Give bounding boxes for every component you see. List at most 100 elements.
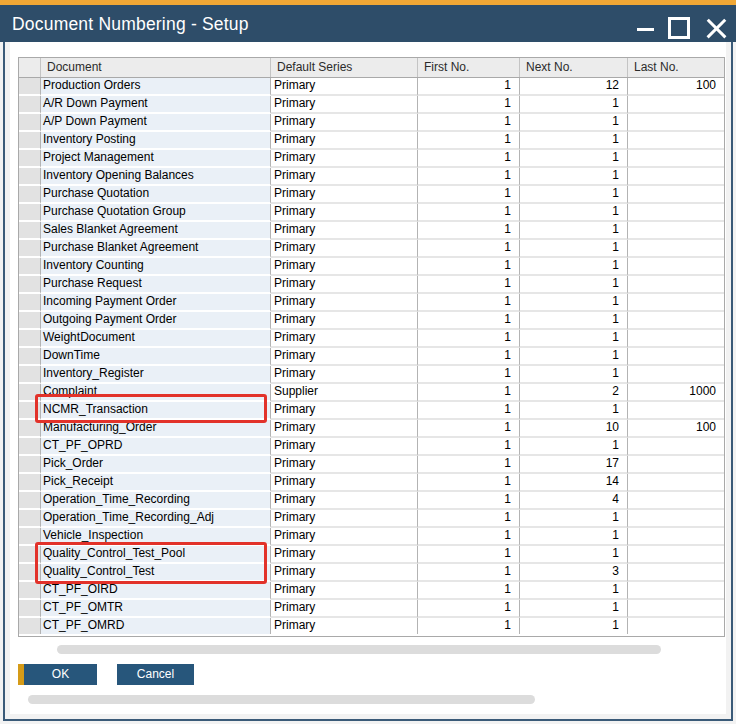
row-selector[interactable]	[19, 618, 41, 634]
cell-last-no[interactable]	[628, 600, 724, 618]
cell-default-series[interactable]: Primary	[271, 258, 418, 276]
cell-next-no[interactable]: 1	[520, 150, 628, 168]
cell-next-no[interactable]: 1	[520, 204, 628, 222]
cell-document[interactable]: Purchase Request	[41, 276, 271, 294]
cell-last-no[interactable]	[628, 348, 724, 366]
close-button[interactable]	[700, 5, 730, 42]
cell-last-no[interactable]: 100	[628, 78, 724, 96]
cell-last-no[interactable]	[628, 168, 724, 186]
cell-last-no[interactable]	[628, 132, 724, 150]
cell-default-series[interactable]: Primary	[271, 294, 418, 312]
cell-next-no[interactable]: 1	[520, 348, 628, 366]
cell-last-no[interactable]: 100	[628, 420, 724, 438]
cell-default-series[interactable]: Primary	[271, 528, 418, 546]
row-selector[interactable]	[19, 474, 41, 492]
cell-last-no[interactable]	[628, 528, 724, 546]
cell-next-no[interactable]: 1	[520, 402, 628, 420]
cell-first-no[interactable]: 1	[418, 600, 520, 618]
cell-first-no[interactable]: 1	[418, 618, 520, 634]
row-selector[interactable]	[19, 258, 41, 276]
cell-document[interactable]: Project Management	[41, 150, 271, 168]
row-selector[interactable]	[19, 276, 41, 294]
row-selector[interactable]	[19, 330, 41, 348]
cell-last-no[interactable]	[628, 474, 724, 492]
cell-default-series[interactable]: Primary	[271, 312, 418, 330]
cell-document[interactable]: Purchase Quotation Group	[41, 204, 271, 222]
cell-last-no[interactable]: 1000	[628, 384, 724, 402]
cell-first-no[interactable]: 1	[418, 582, 520, 600]
row-selector[interactable]	[19, 204, 41, 222]
cell-first-no[interactable]: 1	[418, 78, 520, 96]
cell-document[interactable]: CT_PF_OPRD	[41, 438, 271, 456]
cell-last-no[interactable]	[628, 582, 724, 600]
cell-next-no[interactable]: 1	[520, 168, 628, 186]
row-selector[interactable]	[19, 582, 41, 600]
row-selector[interactable]	[19, 348, 41, 366]
cell-default-series[interactable]: Primary	[271, 564, 418, 582]
cell-last-no[interactable]	[628, 510, 724, 528]
cell-last-no[interactable]	[628, 366, 724, 384]
cell-document[interactable]: DownTime	[41, 348, 271, 366]
cell-first-no[interactable]: 1	[418, 168, 520, 186]
row-selector[interactable]	[19, 384, 41, 402]
row-selector[interactable]	[19, 510, 41, 528]
cell-default-series[interactable]: Primary	[271, 78, 418, 96]
row-selector[interactable]	[19, 366, 41, 384]
cell-next-no[interactable]: 1	[520, 96, 628, 114]
cell-last-no[interactable]	[628, 546, 724, 564]
cell-next-no[interactable]: 1	[520, 312, 628, 330]
cell-default-series[interactable]: Primary	[271, 618, 418, 634]
cell-next-no[interactable]: 1	[520, 510, 628, 528]
cell-default-series[interactable]: Primary	[271, 186, 418, 204]
cell-last-no[interactable]	[628, 492, 724, 510]
cell-last-no[interactable]	[628, 618, 724, 634]
cell-first-no[interactable]: 1	[418, 312, 520, 330]
row-selector[interactable]	[19, 186, 41, 204]
cell-document[interactable]: Sales Blanket Agreement	[41, 222, 271, 240]
cell-first-no[interactable]: 1	[418, 492, 520, 510]
row-selector[interactable]	[19, 600, 41, 618]
cell-document[interactable]: Purchase Quotation	[41, 186, 271, 204]
cell-first-no[interactable]: 1	[418, 294, 520, 312]
cell-document[interactable]: Operation_Time_Recording_Adj	[41, 510, 271, 528]
row-selector[interactable]	[19, 168, 41, 186]
cell-document[interactable]: NCMR_Transaction	[41, 402, 271, 420]
cell-default-series[interactable]: Supplier	[271, 384, 418, 402]
cell-first-no[interactable]: 1	[418, 366, 520, 384]
cell-document[interactable]: Outgoing Payment Order	[41, 312, 271, 330]
cell-default-series[interactable]: Primary	[271, 420, 418, 438]
cell-document[interactable]: CT_PF_OMRD	[41, 618, 271, 634]
cancel-button[interactable]: Cancel	[117, 664, 194, 685]
cell-document[interactable]: Vehicle_Inspection	[41, 528, 271, 546]
cell-document[interactable]: Inventory Opening Balances	[41, 168, 271, 186]
row-selector[interactable]	[19, 312, 41, 330]
cell-default-series[interactable]: Primary	[271, 114, 418, 132]
cell-next-no[interactable]: 2	[520, 384, 628, 402]
row-selector[interactable]	[19, 438, 41, 456]
cell-next-no[interactable]: 1	[520, 294, 628, 312]
cell-default-series[interactable]: Primary	[271, 330, 418, 348]
cell-first-no[interactable]: 1	[418, 204, 520, 222]
cell-default-series[interactable]: Primary	[271, 492, 418, 510]
row-selector[interactable]	[19, 78, 41, 96]
cell-first-no[interactable]: 1	[418, 222, 520, 240]
table-horizontal-scrollbar[interactable]	[57, 645, 661, 654]
cell-first-no[interactable]: 1	[418, 186, 520, 204]
cell-first-no[interactable]: 1	[418, 258, 520, 276]
cell-default-series[interactable]: Primary	[271, 600, 418, 618]
cell-first-no[interactable]: 1	[418, 330, 520, 348]
row-selector[interactable]	[19, 402, 41, 420]
cell-last-no[interactable]	[628, 438, 724, 456]
cell-document[interactable]: Manufacturing_Order	[41, 420, 271, 438]
cell-document[interactable]: Inventory Counting	[41, 258, 271, 276]
cell-last-no[interactable]	[628, 186, 724, 204]
cell-next-no[interactable]: 1	[520, 258, 628, 276]
cell-last-no[interactable]	[628, 330, 724, 348]
row-selector[interactable]	[19, 222, 41, 240]
row-selector[interactable]	[19, 546, 41, 564]
cell-next-no[interactable]: 1	[520, 276, 628, 294]
cell-first-no[interactable]: 1	[418, 132, 520, 150]
cell-document[interactable]: CT_PF_OIRD	[41, 582, 271, 600]
row-selector[interactable]	[19, 456, 41, 474]
cell-first-no[interactable]: 1	[418, 528, 520, 546]
